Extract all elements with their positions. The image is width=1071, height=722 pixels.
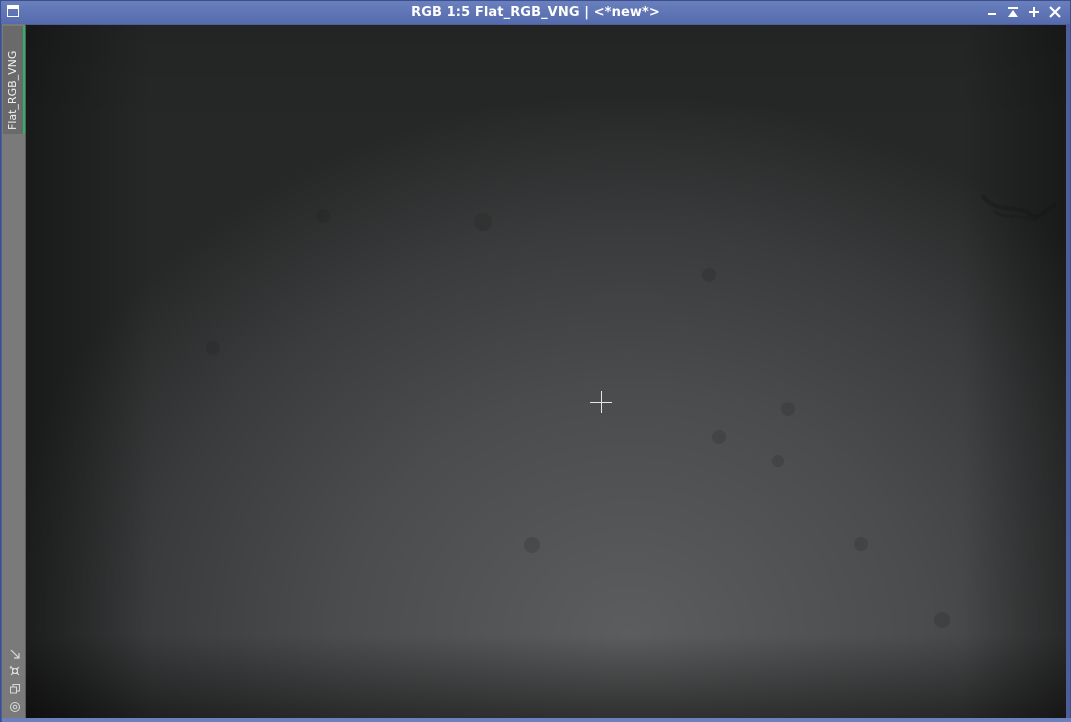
minimize-icon <box>988 13 996 15</box>
view-tab[interactable]: Flat_RGB_VNG <box>3 26 25 134</box>
dust-spot <box>854 537 868 551</box>
dust-spot <box>781 402 795 416</box>
image-canvas[interactable] <box>26 25 1066 718</box>
shade-icon <box>1008 7 1018 9</box>
image-vignette <box>26 25 1066 718</box>
dust-spot <box>934 612 950 628</box>
minimize-button[interactable] <box>984 4 1000 20</box>
window-title: RGB 1:5 Flat_RGB_VNG | <*new*> <box>411 5 660 20</box>
shade-button[interactable] <box>1005 4 1021 20</box>
maximize-button[interactable] <box>1026 4 1042 20</box>
cursor-crosshair <box>590 391 612 413</box>
fit-icon[interactable] <box>9 665 21 677</box>
close-icon <box>1049 6 1061 18</box>
dust-spot <box>316 209 330 223</box>
title-bar[interactable]: RGB 1:5 Flat_RGB_VNG | <*new*> <box>1 1 1070 24</box>
circle-icon[interactable] <box>9 701 21 713</box>
view-tab-label: Flat_RGB_VNG <box>6 50 19 130</box>
view-sidebar: Flat_RGB_VNG <box>2 24 26 718</box>
image-window: RGB 1:5 Flat_RGB_VNG | <*new*> Flat_RGB_… <box>0 0 1071 722</box>
dust-streak <box>980 193 1057 223</box>
close-button[interactable] <box>1047 4 1063 20</box>
dust-spot <box>474 213 492 231</box>
window-bottom-border[interactable] <box>2 718 1071 722</box>
clone-icon[interactable] <box>9 683 21 695</box>
arrow-icon[interactable] <box>9 648 21 660</box>
dust-spot <box>206 341 220 355</box>
dust-spot <box>772 455 784 467</box>
dust-spot <box>712 430 726 444</box>
dust-spot <box>702 268 716 282</box>
dust-spot <box>524 537 540 553</box>
